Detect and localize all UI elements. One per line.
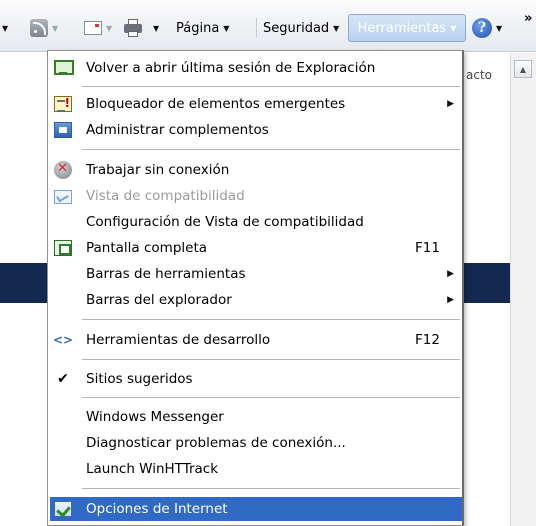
- menu-item-label: Volver a abrir última sesión de Explorac…: [86, 60, 376, 76]
- menu-item-popup-blocker[interactable]: Bloqueador de elementos emergentes ▶: [50, 92, 462, 116]
- compat-view-icon: [54, 188, 72, 204]
- menu-item-label: Trabajar sin conexión: [86, 162, 230, 178]
- dropdown-arrow-icon: ▼: [223, 23, 230, 33]
- checkmark-icon: ✔: [57, 371, 69, 387]
- menu-item-explorer-bars[interactable]: Barras del explorador ▶: [50, 288, 462, 312]
- printer-icon: [123, 19, 143, 37]
- offline-icon: [54, 161, 72, 179]
- menu-separator: [82, 488, 460, 489]
- menu-item-launch-winhttrack[interactable]: Launch WinHTTrack: [50, 457, 462, 481]
- help-menu-button[interactable]: ? ▼: [472, 16, 502, 40]
- dropdown-arrow-icon: ▼: [153, 23, 160, 33]
- vertical-scrollbar[interactable]: [510, 53, 536, 526]
- toolbar-divider: [256, 18, 257, 38]
- menu-item-label: Opciones de Internet: [86, 501, 228, 517]
- dropdown-arrow-icon: ▼: [52, 23, 59, 33]
- mail-icon: [84, 21, 102, 35]
- rss-feed-icon: [30, 19, 48, 37]
- chevron-right-icon: »: [524, 10, 533, 26]
- menu-item-label: Diagnosticar problemas de conexión...: [86, 435, 346, 451]
- scroll-up-arrow-icon[interactable]: ▲: [514, 60, 532, 78]
- pagina-menu-button[interactable]: Página ▼: [176, 16, 229, 40]
- menu-separator: [82, 319, 460, 320]
- menu-item-diagnose-connection[interactable]: Diagnosticar problemas de conexión...: [50, 431, 462, 455]
- menu-separator: [82, 149, 460, 150]
- menu-item-label: Configuración de Vista de compatibilidad: [86, 214, 364, 230]
- herramientas-dropdown-menu: Volver a abrir última sesión de Explorac…: [47, 50, 464, 526]
- dropdown-arrow-icon: ▼: [106, 23, 113, 33]
- toolbar-left-dropdown[interactable]: ▼: [2, 16, 8, 40]
- menu-item-label: Vista de compatibilidad: [86, 188, 245, 204]
- fullscreen-icon: [54, 240, 72, 256]
- menu-separator: [82, 397, 460, 398]
- shortcut-label: F12: [415, 332, 440, 348]
- menu-item-label: Herramientas de desarrollo: [86, 332, 271, 348]
- menu-item-compat-view-settings[interactable]: Configuración de Vista de compatibilidad: [50, 210, 462, 234]
- menu-separator: [82, 359, 460, 360]
- reopen-session-icon: [54, 60, 74, 76]
- submenu-arrow-icon: ▶: [447, 295, 454, 305]
- seguridad-menu-button[interactable]: Seguridad ▼: [254, 16, 339, 40]
- menu-item-compat-view: Vista de compatibilidad: [50, 184, 462, 208]
- menu-item-toolbars[interactable]: Barras de herramientas ▶: [50, 262, 462, 286]
- dropdown-arrow-icon: ▼: [2, 23, 9, 33]
- shortcut-label: F11: [415, 240, 440, 256]
- menu-item-fullscreen[interactable]: Pantalla completa F11: [50, 236, 462, 260]
- submenu-arrow-icon: ▶: [447, 269, 454, 279]
- command-bar: ▼ ▼ ▼ ▼ Página ▼ Seguridad ▼ Herramienta…: [0, 0, 536, 52]
- menu-separator: [82, 86, 460, 87]
- help-icon: ?: [472, 18, 492, 38]
- menu-item-label: Launch WinHTTrack: [86, 461, 219, 477]
- dropdown-arrow-icon: ▼: [496, 23, 503, 33]
- dropdown-arrow-icon: ▼: [333, 23, 340, 33]
- menu-item-dev-tools[interactable]: <> Herramientas de desarrollo F12: [50, 328, 462, 352]
- internet-options-icon: [54, 501, 72, 517]
- feeds-button[interactable]: ▼: [30, 16, 58, 40]
- dev-tools-icon: <>: [52, 333, 74, 347]
- menu-item-label: Pantalla completa: [86, 240, 208, 256]
- print-button[interactable]: ▼: [123, 16, 159, 40]
- addons-icon: [54, 122, 72, 138]
- dropdown-arrow-icon: ▼: [450, 23, 457, 33]
- herramientas-menu-button[interactable]: Herramientas ▼: [348, 14, 466, 42]
- menu-item-label: Sitios sugeridos: [86, 371, 193, 387]
- menu-item-label: Barras del explorador: [86, 292, 232, 308]
- menu-item-label: Barras de herramientas: [86, 266, 246, 282]
- seguridad-label: Seguridad: [263, 20, 330, 36]
- read-mail-button[interactable]: ▼: [84, 16, 112, 40]
- menu-item-windows-messenger[interactable]: Windows Messenger: [50, 405, 462, 429]
- menu-item-internet-options[interactable]: Opciones de Internet: [50, 497, 462, 521]
- menu-item-suggested-sites[interactable]: ✔ Sitios sugeridos: [50, 367, 462, 391]
- popup-blocker-icon: [54, 96, 72, 112]
- menu-item-work-offline[interactable]: Trabajar sin conexión: [50, 158, 462, 182]
- pagina-label: Página: [176, 20, 220, 36]
- page-partial-text: acto: [466, 68, 492, 82]
- submenu-arrow-icon: ▶: [447, 99, 454, 109]
- menu-item-label: Bloqueador de elementos emergentes: [86, 96, 346, 112]
- toolbar-overflow-chevron[interactable]: »: [524, 6, 532, 30]
- herramientas-label: Herramientas: [357, 20, 447, 36]
- menu-item-label: Windows Messenger: [86, 409, 224, 425]
- menu-item-reopen-session[interactable]: Volver a abrir última sesión de Explorac…: [50, 56, 462, 80]
- menu-item-manage-addons[interactable]: Administrar complementos: [50, 118, 462, 142]
- menu-item-label: Administrar complementos: [86, 122, 269, 138]
